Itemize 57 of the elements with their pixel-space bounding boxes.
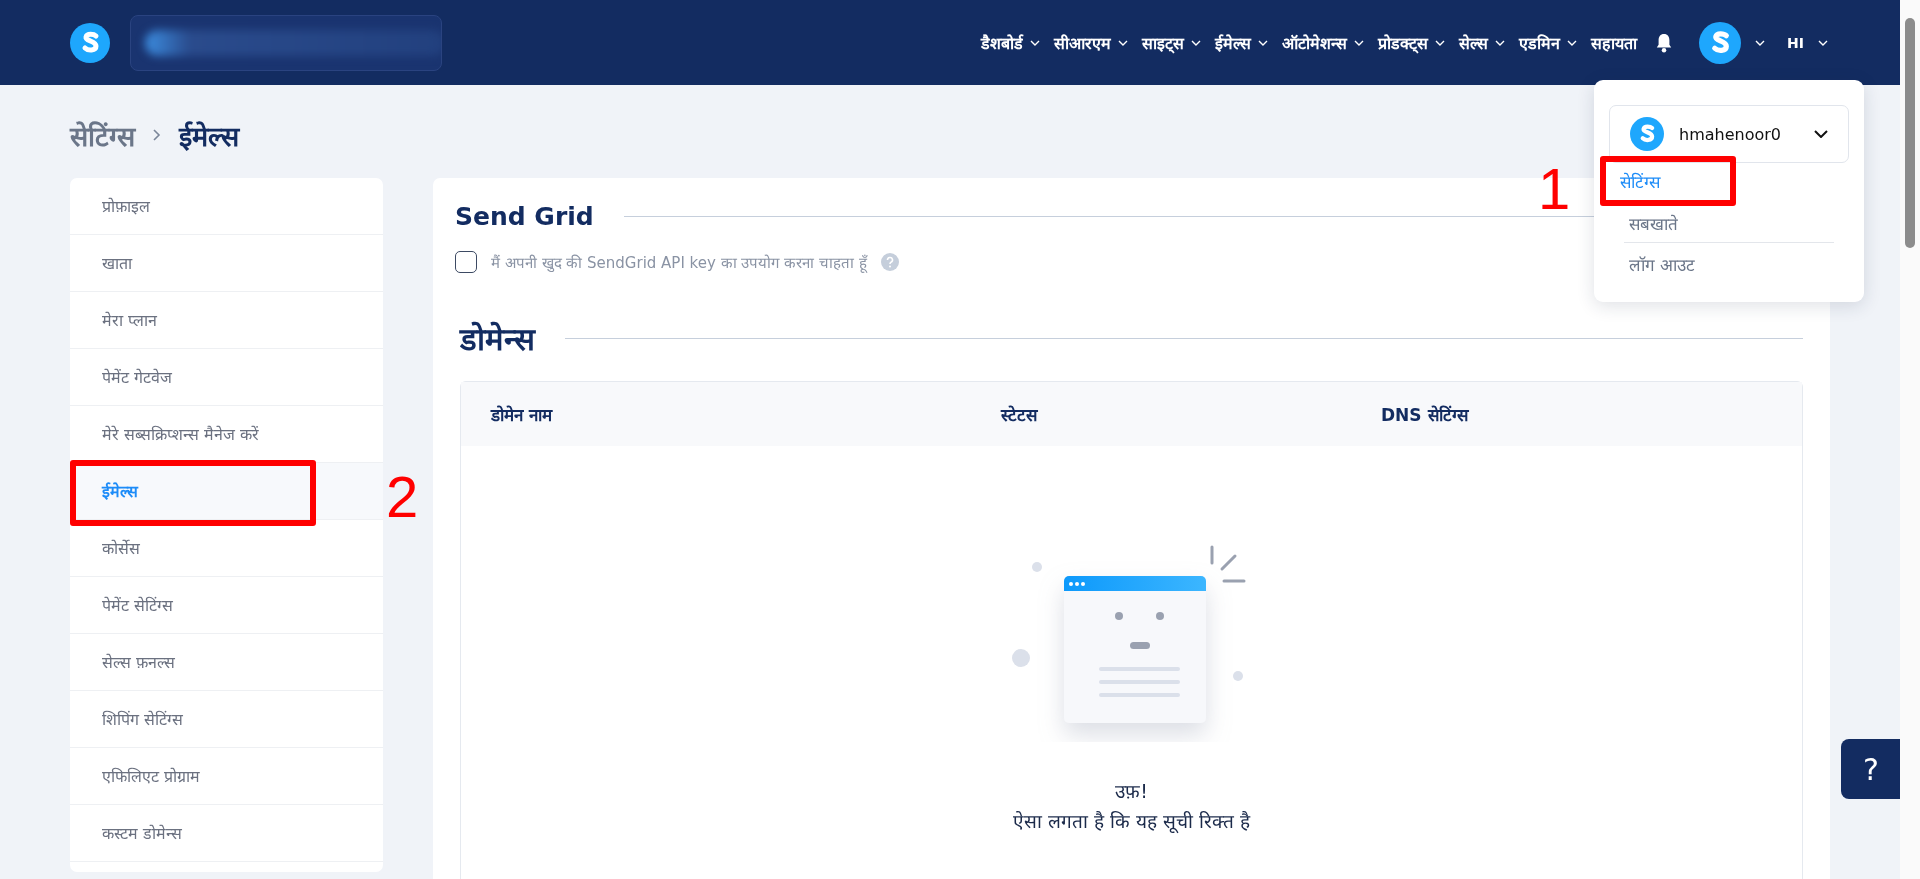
avatar-icon[interactable] [1699, 21, 1742, 64]
sidebar-item[interactable]: शिपिंग सेटिंग्स [70, 691, 383, 748]
caret-icon [1030, 39, 1041, 46]
caret-icon [1495, 39, 1506, 46]
caret-icon [1567, 39, 1578, 46]
nav-menu-item[interactable]: प्रोडक्ट्स [1378, 31, 1446, 54]
nav-menu-item[interactable]: डैशबोर्ड [981, 31, 1041, 54]
caret-icon [1258, 39, 1269, 46]
sidebar-item[interactable]: मेरा प्लान [70, 292, 383, 349]
breadcrumb-item[interactable]: सेटिंग्स [70, 116, 135, 154]
nav-menu-item[interactable]: सीआरएम [1054, 31, 1129, 54]
caret-icon [1818, 39, 1828, 46]
empty-title: उफ़! [1115, 779, 1148, 804]
nav-menu-item[interactable]: ईमेल्स [1215, 31, 1269, 54]
step-number: 1 [1538, 160, 1571, 218]
menu-item[interactable]: सबखाते [1609, 206, 1678, 240]
scrollbar[interactable] [1900, 0, 1920, 879]
sidebar-item[interactable]: सेल्स फ़नल्स [70, 634, 383, 691]
logo-icon[interactable] [70, 22, 110, 63]
chevron-down-icon [1814, 130, 1828, 138]
nav-menu-item[interactable]: सेल्स [1459, 31, 1506, 54]
caret-icon [1354, 39, 1365, 46]
account-selector[interactable]: hmahenoor0 [1609, 105, 1849, 163]
caret-icon [1191, 39, 1202, 46]
sidebar-item[interactable]: कस्टम डोमेन्स [70, 805, 383, 862]
sidebar-item[interactable]: एफिलिएट प्रोग्राम [70, 748, 383, 805]
empty-message: ऐसा लगता है कि यह सूची रिक्त है [1012, 809, 1251, 835]
nav-menu-item[interactable]: ऑटोमेशन्स [1282, 31, 1365, 54]
bell-icon[interactable] [1655, 32, 1674, 53]
nav-menu-item[interactable]: एडमिन [1519, 31, 1578, 54]
column-header: डोमेन नाम [491, 403, 554, 426]
column-header: DNS सेटिंग्स [1381, 403, 1470, 426]
nav-menu-item[interactable]: सहायता [1591, 31, 1638, 54]
section-title: Send Grid [455, 202, 594, 231]
sidebar-item[interactable]: पेमेंट सेटिंग्स [70, 577, 383, 634]
checkbox-label: मैं अपनी खुद की SendGrid API key का उपयोग करना चाहता हूँ [491, 253, 867, 272]
step-number: 2 [386, 468, 419, 526]
chevron-right-icon [153, 129, 161, 141]
nav-menu-item[interactable]: साइट्स [1142, 31, 1202, 54]
menu-item[interactable]: सेटिंग्स [1606, 162, 1660, 200]
caret-icon[interactable] [1755, 39, 1766, 46]
menu-item[interactable]: लॉग आउट [1609, 247, 1696, 281]
breadcrumb-item: ईमेल्स [179, 119, 239, 154]
sidebar-item[interactable]: पेमेंट गेटवेज [70, 349, 383, 406]
sidebar-item[interactable]: खाता [70, 235, 383, 292]
avatar-icon [1630, 117, 1664, 151]
caret-icon [1118, 39, 1129, 46]
sidebar-item[interactable]: कोर्सेस [70, 520, 383, 577]
sidebar-item[interactable]: प्रोफ़ाइल [70, 178, 383, 235]
scrollbar-thumb[interactable] [1905, 18, 1915, 248]
caret-icon [1435, 39, 1446, 46]
column-header: स्टेटस [1001, 403, 1039, 426]
username: hmahenoor0 [1679, 124, 1782, 144]
checkbox[interactable] [455, 251, 477, 273]
user-initials[interactable]: HI [1787, 34, 1828, 51]
section-title: डोमेन्स [460, 320, 535, 359]
help-button[interactable]: ? [1841, 739, 1901, 799]
